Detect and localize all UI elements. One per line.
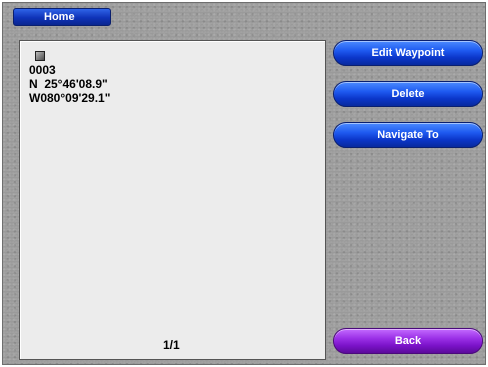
edit-waypoint-button[interactable]: Edit Waypoint — [333, 40, 483, 66]
home-tab[interactable]: Home — [13, 8, 111, 26]
delete-button[interactable]: Delete — [333, 81, 483, 107]
waypoint-name: 0003 — [29, 63, 56, 77]
waypoint-latitude: N 25°46'08.9" — [29, 77, 108, 91]
waypoint-square-icon — [35, 51, 45, 61]
device-screen: Home 0003 N 25°46'08.9" W080°09'29.1" 1/… — [2, 2, 486, 365]
back-button[interactable]: Back — [333, 328, 483, 354]
waypoint-info-panel: 0003 N 25°46'08.9" W080°09'29.1" 1/1 — [19, 40, 326, 360]
waypoint-details: 0003 N 25°46'08.9" W080°09'29.1" — [29, 63, 110, 105]
waypoint-longitude: W080°09'29.1" — [29, 91, 111, 105]
page-indicator: 1/1 — [163, 338, 180, 352]
navigate-to-button[interactable]: Navigate To — [333, 122, 483, 148]
